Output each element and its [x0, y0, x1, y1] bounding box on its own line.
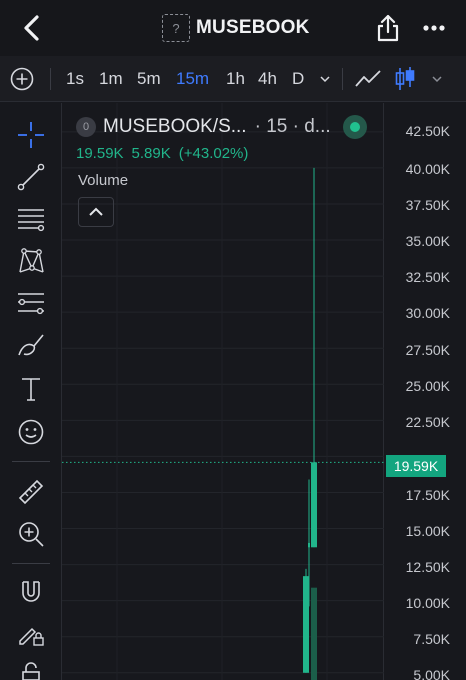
- axis-label: 5.00K: [413, 667, 450, 680]
- axis-label: 27.50K: [405, 342, 450, 358]
- forecast-tool-icon[interactable]: [16, 288, 46, 318]
- candle-body: [311, 462, 317, 548]
- axis-label: 30.00K: [405, 305, 450, 321]
- chart-toolbar: 1s 1m 5m 15m 1h 4h D: [0, 56, 466, 102]
- interval-15m[interactable]: 15m: [176, 69, 209, 89]
- drawing-tools-sidebar: [0, 103, 62, 680]
- lock-drawing-icon[interactable]: [16, 619, 46, 649]
- toolbar-divider: [342, 68, 343, 90]
- text-tool-icon[interactable]: [16, 374, 46, 404]
- chart-canvas: [62, 103, 384, 680]
- axis-label: 40.00K: [405, 161, 450, 177]
- fib-retracement-icon[interactable]: [16, 204, 46, 234]
- chart-type-dropdown-icon[interactable]: [430, 72, 444, 86]
- axis-label: 12.50K: [405, 559, 450, 575]
- pair-name: MUSEBOOK/S...: [103, 116, 247, 137]
- toolbar-divider: [50, 68, 51, 90]
- axis-label: 7.50K: [413, 631, 450, 647]
- top-nav-bar: ? MUSEBOOK: [0, 0, 466, 56]
- interval-1m[interactable]: 1m: [99, 69, 123, 89]
- interval-5m[interactable]: 5m: [137, 69, 161, 89]
- axis-label: 35.00K: [405, 233, 450, 249]
- plot-area[interactable]: 0 MUSEBOOK/S... · 15 · d... 19.59K 5.89K (…: [62, 103, 384, 680]
- token-title[interactable]: ? MUSEBOOK: [162, 13, 310, 43]
- tools-divider: [12, 563, 50, 564]
- page-title: MUSEBOOK: [196, 17, 310, 38]
- axis-label: 10.00K: [405, 595, 450, 611]
- chevron-up-icon: [89, 207, 103, 216]
- unlock-icon[interactable]: [16, 660, 46, 680]
- collapse-legend-button[interactable]: [78, 197, 114, 227]
- magnet-icon[interactable]: [16, 577, 46, 607]
- price-change-percent: (+43.02%): [178, 145, 249, 162]
- interval-1h[interactable]: 1h: [226, 69, 245, 89]
- axis-label: 32.50K: [405, 269, 450, 285]
- emoji-icon[interactable]: [16, 417, 46, 447]
- ohlc-summary: 19.59K 5.89K (+43.02%): [76, 145, 256, 162]
- axis-label: 37.50K: [405, 197, 450, 213]
- price-change: 5.89K: [131, 145, 171, 162]
- ruler-icon[interactable]: [16, 477, 46, 507]
- volume-label: Volume: [78, 172, 129, 189]
- interval-1s[interactable]: 1s: [66, 69, 84, 89]
- volume-bar: [311, 587, 317, 680]
- chart-legend[interactable]: 0 MUSEBOOK/S... · 15 · d...: [76, 116, 331, 138]
- interval-dropdown-icon[interactable]: [318, 72, 332, 86]
- back-arrow-icon[interactable]: [18, 12, 46, 44]
- last-price: 19.59K: [76, 145, 124, 162]
- trend-line-icon[interactable]: [16, 162, 46, 192]
- crosshair-icon[interactable]: [16, 120, 46, 150]
- candle-body: [303, 576, 309, 673]
- brush-icon[interactable]: [16, 330, 46, 360]
- candlestick-chart-icon[interactable]: [394, 65, 416, 93]
- more-options-icon[interactable]: [420, 14, 448, 42]
- add-indicator-icon[interactable]: [10, 67, 34, 91]
- interval-d[interactable]: D: [292, 69, 304, 89]
- zoom-in-icon[interactable]: [16, 519, 46, 549]
- candle-body: [308, 542, 310, 548]
- axis-label: 17.50K: [405, 487, 450, 503]
- share-icon[interactable]: [374, 12, 402, 44]
- current-price-label: 19.59K: [386, 455, 446, 477]
- axis-label: 42.50K: [405, 123, 450, 139]
- tools-divider: [12, 461, 50, 462]
- price-chart[interactable]: 0 MUSEBOOK/S... · 15 · d... 19.59K 5.89K (…: [62, 103, 466, 680]
- axis-label: 15.00K: [405, 523, 450, 539]
- market-status-indicator: [343, 115, 367, 139]
- pattern-tool-icon[interactable]: [16, 246, 46, 276]
- axis-label: 25.00K: [405, 378, 450, 394]
- line-chart-icon[interactable]: [354, 66, 382, 92]
- pair-meta: · 15 · d...: [254, 116, 331, 137]
- token-placeholder-icon: ?: [162, 14, 190, 42]
- axis-label: 22.50K: [405, 414, 450, 430]
- legend-badge: 0: [76, 117, 96, 137]
- interval-4h[interactable]: 4h: [258, 69, 277, 89]
